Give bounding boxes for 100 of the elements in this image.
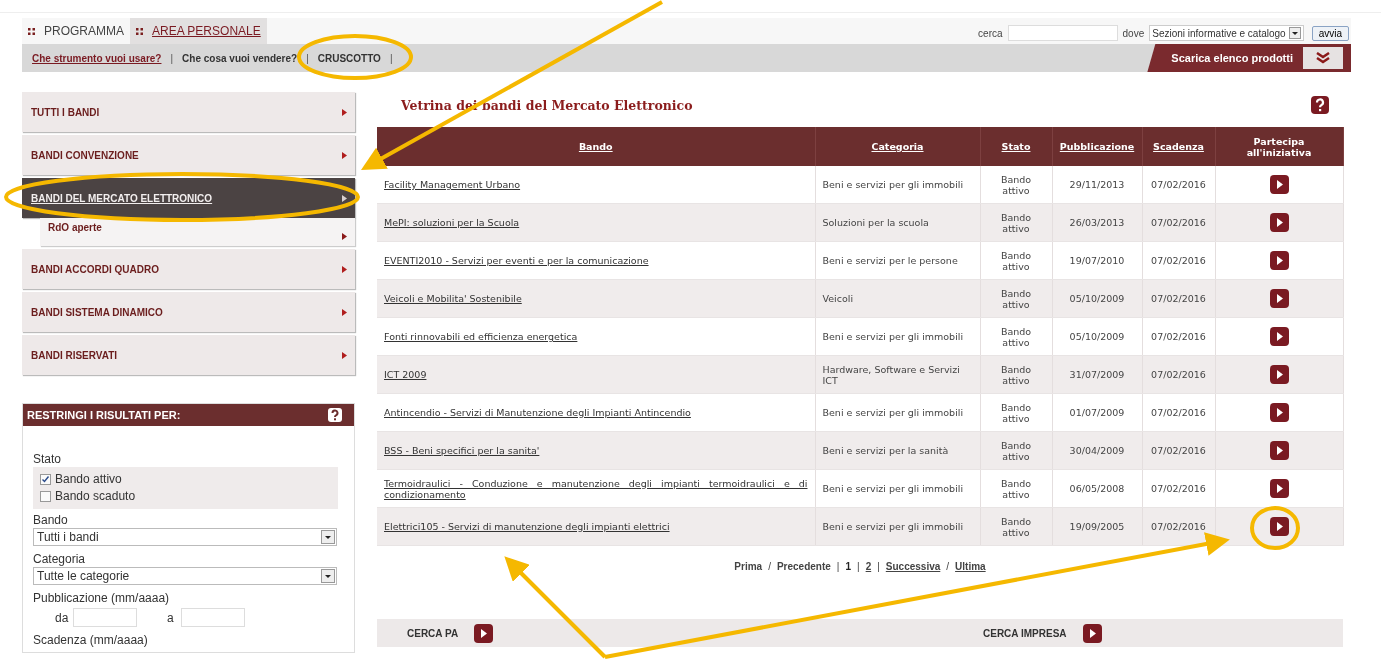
annotation-ellipse (1250, 506, 1300, 550)
sidebar-item[interactable]: BANDI DEL MERCATO ELETTRONICO (22, 178, 355, 218)
pagination-link[interactable]: 1 (845, 561, 851, 572)
column-header[interactable]: Categoria (815, 127, 980, 166)
field-label: Scadenza (mm/aaaa) (33, 633, 149, 648)
table-cell: Beni e servizi per gli immobili (822, 483, 964, 494)
play-icon[interactable] (1269, 327, 1289, 346)
go-button[interactable]: avvia (1311, 25, 1349, 41)
table-cell-text: Bando attivo (999, 325, 1033, 348)
table-cell: 05/10/2009 (1069, 331, 1125, 342)
subnav-link[interactable]: CRUSCOTTO (317, 52, 381, 64)
table-cell: Hardware, Software e Servizi ICT (822, 363, 960, 386)
sidebar-item[interactable]: BANDI CONVENZIONE (22, 135, 355, 175)
table-cell: Beni e servizi per gli immobili (822, 521, 964, 532)
play-icon[interactable] (1269, 517, 1289, 536)
table-cell: 06/05/2008 (1069, 483, 1125, 494)
table-cell: 07/02/2016 (1151, 217, 1206, 228)
play-icon[interactable] (474, 623, 494, 643)
pagination-link[interactable]: 2 (865, 561, 872, 572)
table-cell: 07/02/2016 (1151, 331, 1206, 342)
table-cell: 01/07/2009 (1069, 407, 1125, 418)
table-cell: Veicoli (822, 293, 854, 304)
column-header[interactable]: Bando (377, 127, 815, 166)
grip-icon (28, 27, 35, 35)
sidebar-item[interactable]: BANDI RISERVATI (22, 335, 355, 375)
table-cell-text: Bando attivo (999, 211, 1033, 234)
search-link[interactable]: CERCA PA (407, 627, 459, 639)
pagination-link[interactable]: Precedente (776, 561, 831, 572)
arrow-right-icon (342, 265, 347, 273)
table-cell: 07/02/2016 (1151, 369, 1206, 380)
tender-link[interactable]: Antincendio - Servizi di Manutenzione degli Impianti Antincendio (384, 407, 808, 418)
table-cell: 30/04/2009 (1069, 445, 1125, 456)
table-cell: 05/10/2009 (1069, 293, 1125, 304)
field-label: Stato (33, 452, 63, 467)
tender-link[interactable]: EVENTI2010 - Servizi per eventi e per la comunicazione (384, 255, 808, 266)
play-icon[interactable] (1269, 403, 1289, 422)
table-cell: Beni e servizi per gli immobili (822, 179, 964, 190)
help-icon[interactable] (1311, 96, 1329, 114)
play-icon[interactable] (1269, 175, 1289, 194)
column-header[interactable]: Stato (980, 127, 1052, 166)
sidebar-item[interactable]: BANDI SISTEMA DINAMICO (22, 292, 355, 332)
checkbox-label: Bando scaduto (55, 488, 136, 505)
pagination-link[interactable]: Ultima (955, 561, 986, 572)
arrow-right-icon (342, 108, 347, 116)
download-button[interactable]: Scarica elenco prodotti (1147, 44, 1351, 72)
table-cell: Beni e servizi per la sanità (822, 445, 949, 456)
separator: | (877, 561, 880, 572)
table-cell: Beni e servizi per gli immobili (822, 331, 964, 342)
arrow-right-icon (342, 351, 347, 359)
date-field[interactable] (73, 608, 137, 627)
play-icon[interactable] (1269, 213, 1289, 232)
tender-link[interactable]: Fonti rinnovabili ed efficienza energetica (384, 331, 808, 342)
arrow-right-icon (342, 194, 347, 202)
dropdown-field[interactable]: Tutte le categorie (33, 567, 337, 585)
play-icon[interactable] (1269, 251, 1289, 270)
tender-link[interactable]: Facility Management Urbano (384, 179, 808, 190)
tender-link[interactable]: Termoidraulici - Conduzione e manutenzione degli impianti termoidraulici e di condizionamento (384, 477, 808, 500)
sidebar-subitem[interactable]: RdO aperte (40, 218, 355, 246)
table-cell: 29/11/2013 (1069, 179, 1125, 190)
checkbox[interactable] (40, 474, 51, 485)
search-link[interactable]: CERCA IMPRESA (983, 627, 1067, 639)
separator: | (857, 561, 860, 572)
table-cell: 07/02/2016 (1151, 445, 1206, 456)
column-header: Partecipa all'iniziativa (1215, 127, 1343, 166)
column-header[interactable]: Pubblicazione (1052, 127, 1142, 166)
separator: | (306, 52, 309, 64)
panel-title: RESTRINGI I RISULTATI PER: (27, 409, 181, 421)
from-label: da (55, 610, 70, 625)
sidebar-item[interactable]: BANDI ACCORDI QUADRO (22, 249, 355, 289)
table-cell: 07/02/2016 (1151, 521, 1206, 532)
nav-tab[interactable]: PROGRAMMA (22, 18, 130, 44)
table-cell: 07/02/2016 (1151, 407, 1206, 418)
arrow-right-icon (342, 151, 347, 159)
play-icon[interactable] (1269, 479, 1289, 498)
help-icon[interactable] (328, 408, 342, 422)
field-label: Bando (33, 513, 69, 528)
where-dropdown[interactable]: Sezioni informative e catalogo (1149, 25, 1304, 41)
pagination-link[interactable]: Prima (734, 561, 763, 572)
separator: | (170, 52, 174, 64)
checkbox[interactable] (40, 491, 51, 502)
play-icon[interactable] (1269, 441, 1289, 460)
table-cell: 07/02/2016 (1151, 255, 1206, 266)
field-label: Pubblicazione (mm/aaaa) (33, 591, 171, 606)
dropdown-field[interactable]: Tutti i bandi (33, 528, 337, 546)
separator: | (389, 52, 393, 64)
pagination-link[interactable]: Successiva (885, 561, 941, 572)
subnav-link[interactable]: Che strumento vuoi usare? (32, 52, 162, 64)
subnav-link[interactable]: Che cosa vuoi vendere? (182, 52, 298, 64)
play-icon[interactable] (1082, 623, 1102, 643)
date-field[interactable] (181, 608, 245, 627)
separator: / (768, 561, 771, 572)
table-cell: Soluzioni per la scuola (822, 217, 929, 228)
sidebar-item[interactable]: TUTTI I BANDI (22, 92, 355, 132)
nav-tab[interactable]: AREA PERSONALE (130, 18, 267, 44)
table-cell-text: Bando attivo (999, 173, 1033, 196)
column-header[interactable]: Scadenza (1142, 127, 1215, 166)
play-icon[interactable] (1269, 365, 1289, 384)
search-field[interactable] (1007, 25, 1118, 41)
table-cell: 19/07/2010 (1069, 255, 1125, 266)
play-icon[interactable] (1269, 289, 1289, 308)
